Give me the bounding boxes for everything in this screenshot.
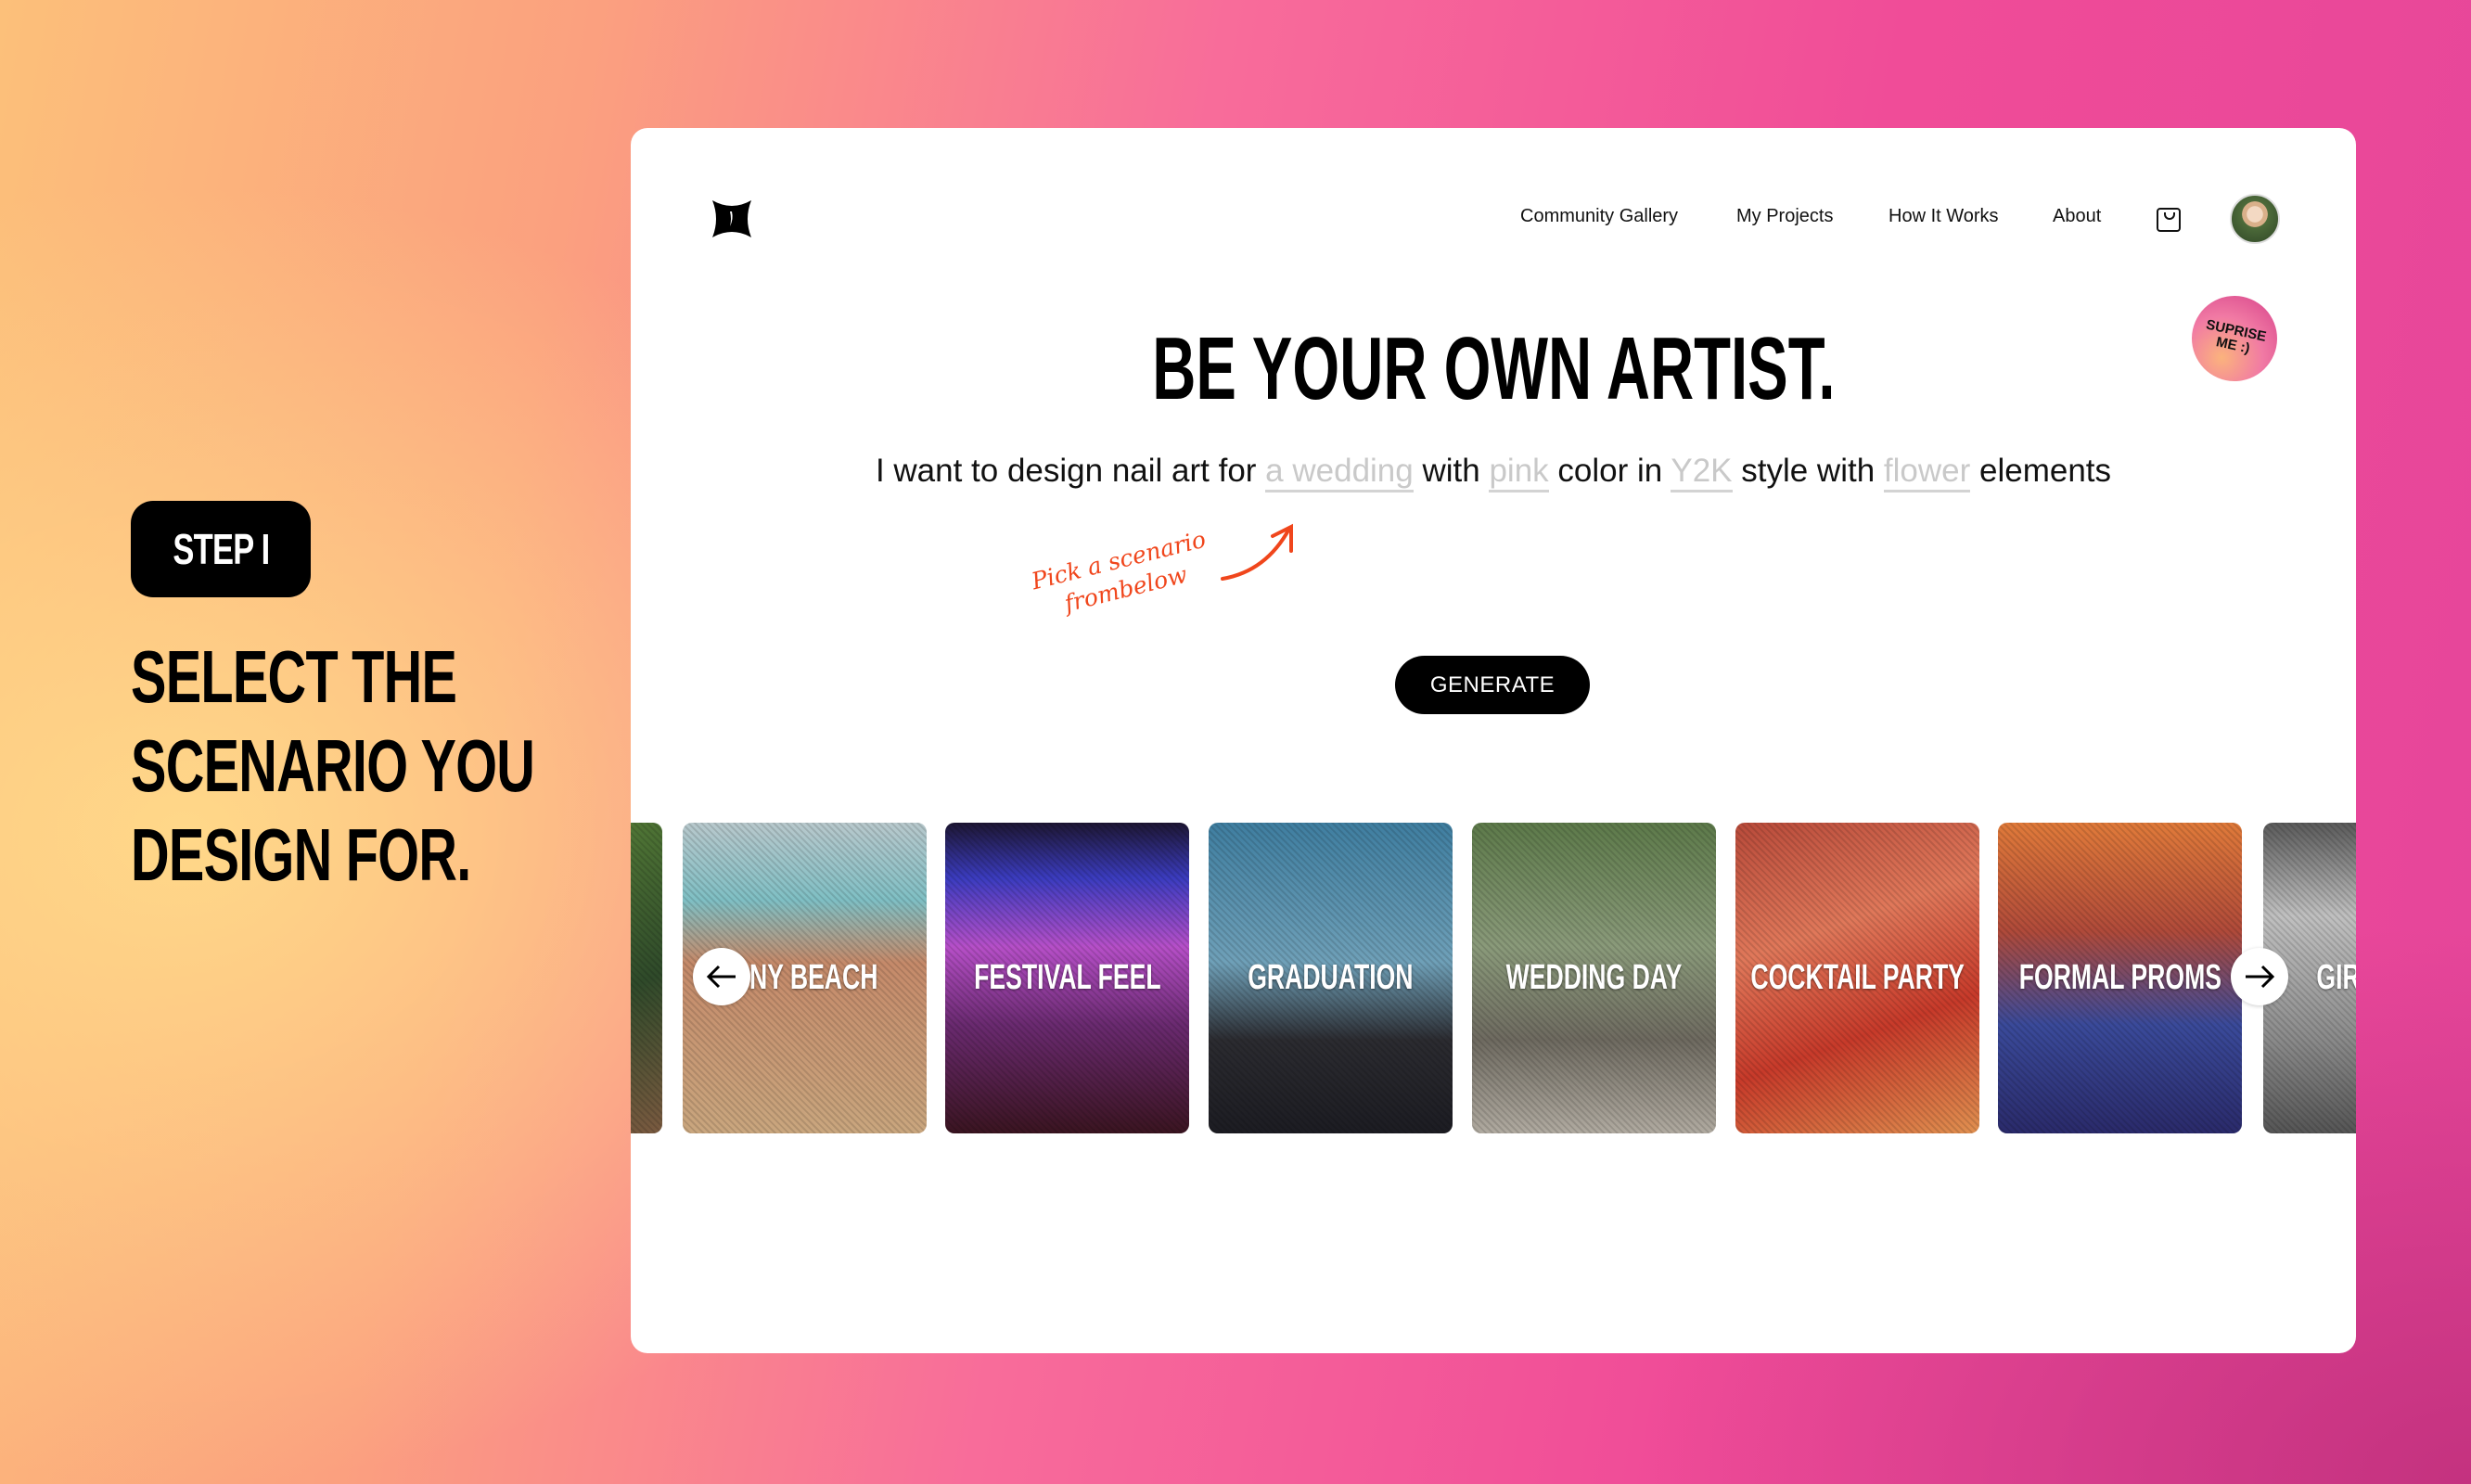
scenario-card-formal-proms[interactable]: FORMAL PROMS (1998, 823, 2242, 1133)
app-window: Community Gallery My Projects How It Wor… (631, 128, 2356, 1353)
logo-icon[interactable] (711, 198, 753, 239)
arrow-right-icon (2246, 965, 2275, 989)
scenario-card-festival-feel[interactable]: FESTIVAL FEEL (945, 823, 1189, 1133)
scenario-card-cocktail-party[interactable]: COCKTAIL PARTY (1735, 823, 1979, 1133)
generate-button[interactable]: GENERATE (1395, 656, 1590, 714)
element-slot[interactable]: flower (1883, 453, 1971, 493)
arrow-left-icon (706, 965, 736, 989)
color-slot[interactable]: pink (1489, 453, 1549, 493)
nav-my-projects[interactable]: My Projects (1736, 206, 1833, 227)
scenario-card-prev[interactable] (631, 823, 662, 1133)
nav-community-gallery[interactable]: Community Gallery (1520, 206, 1678, 227)
carousel-next-button[interactable] (2231, 948, 2288, 1005)
annotation-text: Pick a scenario frombelow (1029, 525, 1209, 618)
prompt-sentence: I want to design nail art for a wedding … (631, 453, 2356, 493)
style-slot[interactable]: Y2K (1671, 453, 1733, 493)
annotation-arrow-icon (1221, 523, 1293, 581)
nav-about[interactable]: About (2053, 206, 2101, 227)
page-title: BE YOUR OWN ARTIST. (1151, 319, 1836, 418)
carousel-prev-button[interactable] (693, 948, 750, 1005)
occasion-slot[interactable]: a wedding (1265, 453, 1414, 493)
scenario-card-graduation[interactable]: GRADUATION (1209, 823, 1453, 1133)
avatar[interactable] (2230, 194, 2280, 244)
step-heading: SELECT THE SCENARIO YOU DESIGN FOR. (131, 635, 535, 896)
shopping-bag-icon[interactable] (2157, 208, 2181, 232)
step-badge: STEP I (131, 501, 311, 597)
nav-how-it-works[interactable]: How It Works (1888, 206, 1999, 227)
scenario-card-wedding-day[interactable]: WEDDING DAY (1472, 823, 1716, 1133)
